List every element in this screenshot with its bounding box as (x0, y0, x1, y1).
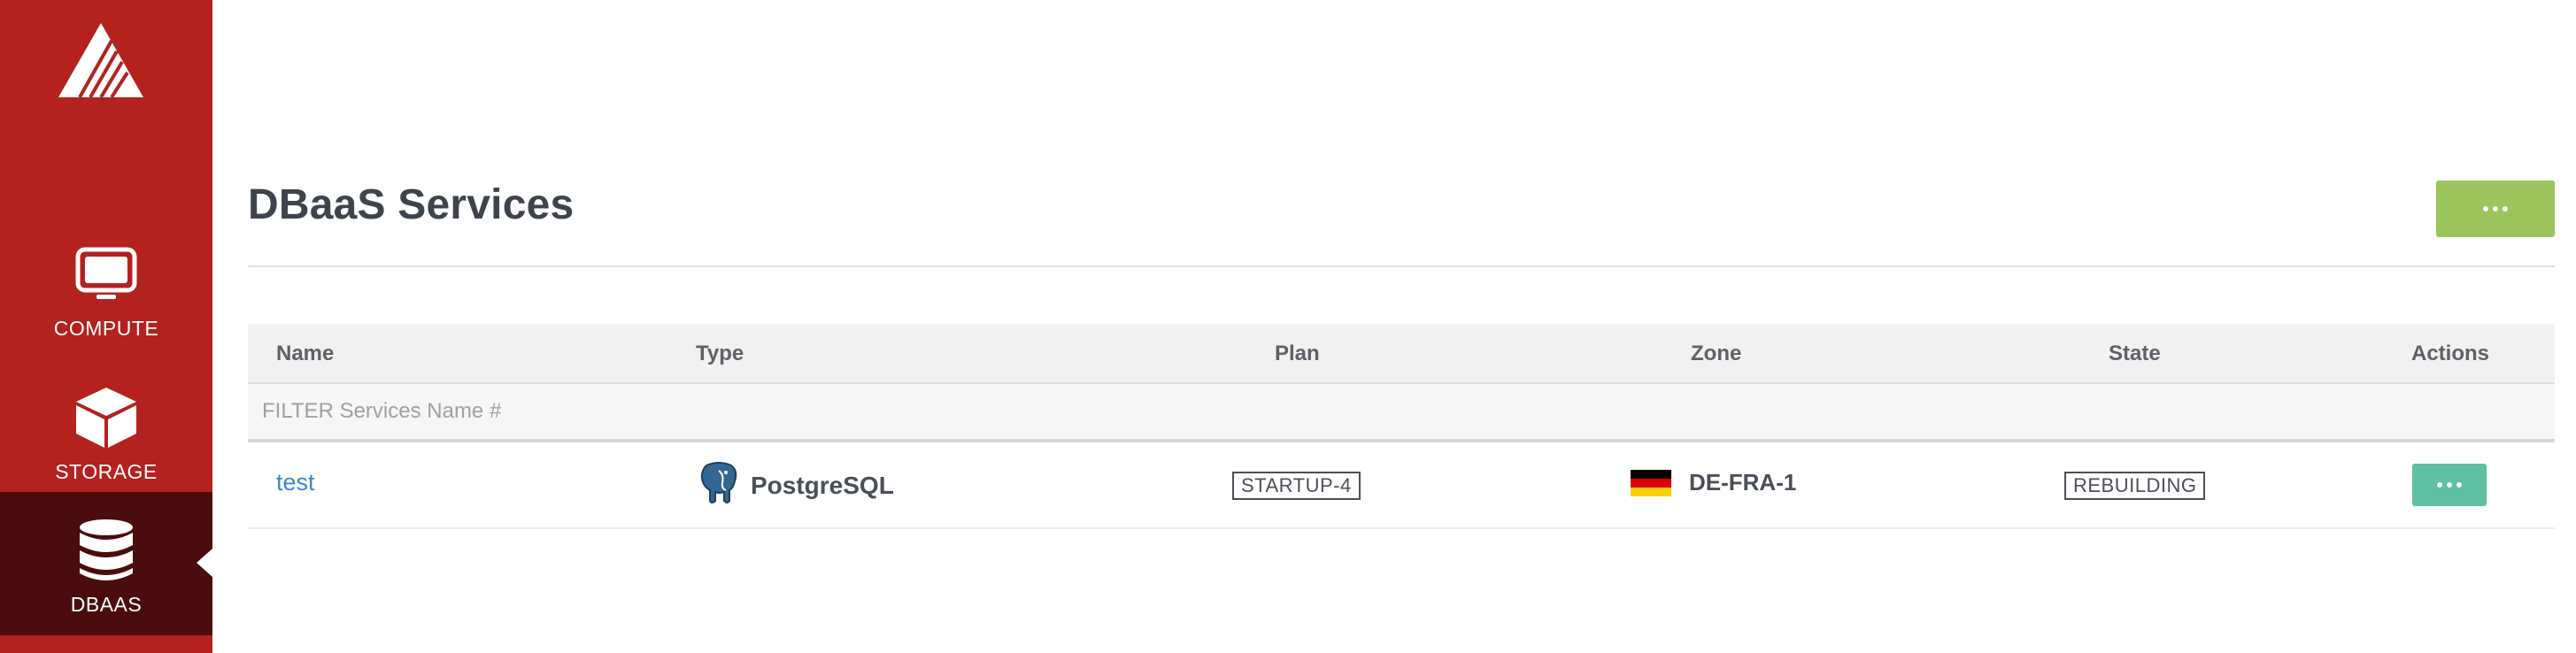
more-dots-icon (2437, 482, 2462, 488)
sidebar-item-dbaas[interactable]: DBAAS (0, 492, 212, 635)
sidebar-item-label: DBAAS (70, 593, 143, 616)
sidebar-item-compute[interactable]: COMPUTE (0, 223, 212, 366)
sidebar: COMPUTE STORAGE DBAAS (0, 0, 212, 653)
sidebar-item-label: STORAGE (55, 460, 158, 483)
service-type-label: PostgreSQL (751, 471, 894, 499)
header-more-button[interactable] (2436, 181, 2555, 237)
monitor-icon (75, 242, 137, 306)
header-divider (248, 265, 2555, 267)
table-header: Name Type Plan Zone State Actions (248, 324, 2555, 384)
exoscale-logo-icon[interactable] (58, 23, 143, 99)
plan-badge: STARTUP-4 (1232, 472, 1361, 500)
row-actions-button[interactable] (2412, 464, 2487, 506)
active-indicator (197, 549, 212, 577)
services-table: Name Type Plan Zone State Actions test P… (248, 324, 2555, 529)
column-header-actions: Actions (2411, 342, 2490, 365)
column-header-type[interactable]: Type (696, 342, 744, 366)
status-badge: REBUILDING (2064, 472, 2206, 500)
column-header-state[interactable]: State (2109, 342, 2161, 366)
sidebar-item-storage[interactable]: STORAGE (0, 366, 212, 510)
cube-icon (74, 386, 138, 449)
germany-flag-icon (1631, 469, 1671, 496)
service-name-link[interactable]: test (276, 469, 315, 496)
column-header-zone[interactable]: Zone (1691, 342, 1741, 366)
service-type: PostgreSQL (699, 462, 894, 509)
column-header-plan[interactable]: Plan (1275, 342, 1320, 366)
zone-label: DE-FRA-1 (1689, 469, 1797, 496)
filter-row (248, 384, 2555, 442)
service-zone: DE-FRA-1 (1631, 469, 1796, 496)
table-row: test PostgreSQL STARTUP-4 DE-FRA-1 REBUI… (248, 442, 2555, 529)
filter-input[interactable] (262, 396, 1059, 426)
sidebar-item-label: COMPUTE (53, 317, 159, 340)
postgresql-elephant-icon (699, 462, 738, 509)
column-header-name[interactable]: Name (276, 342, 334, 366)
page-title: DBaaS Services (248, 181, 575, 228)
database-icon (78, 519, 135, 582)
more-dots-icon (2483, 206, 2508, 211)
